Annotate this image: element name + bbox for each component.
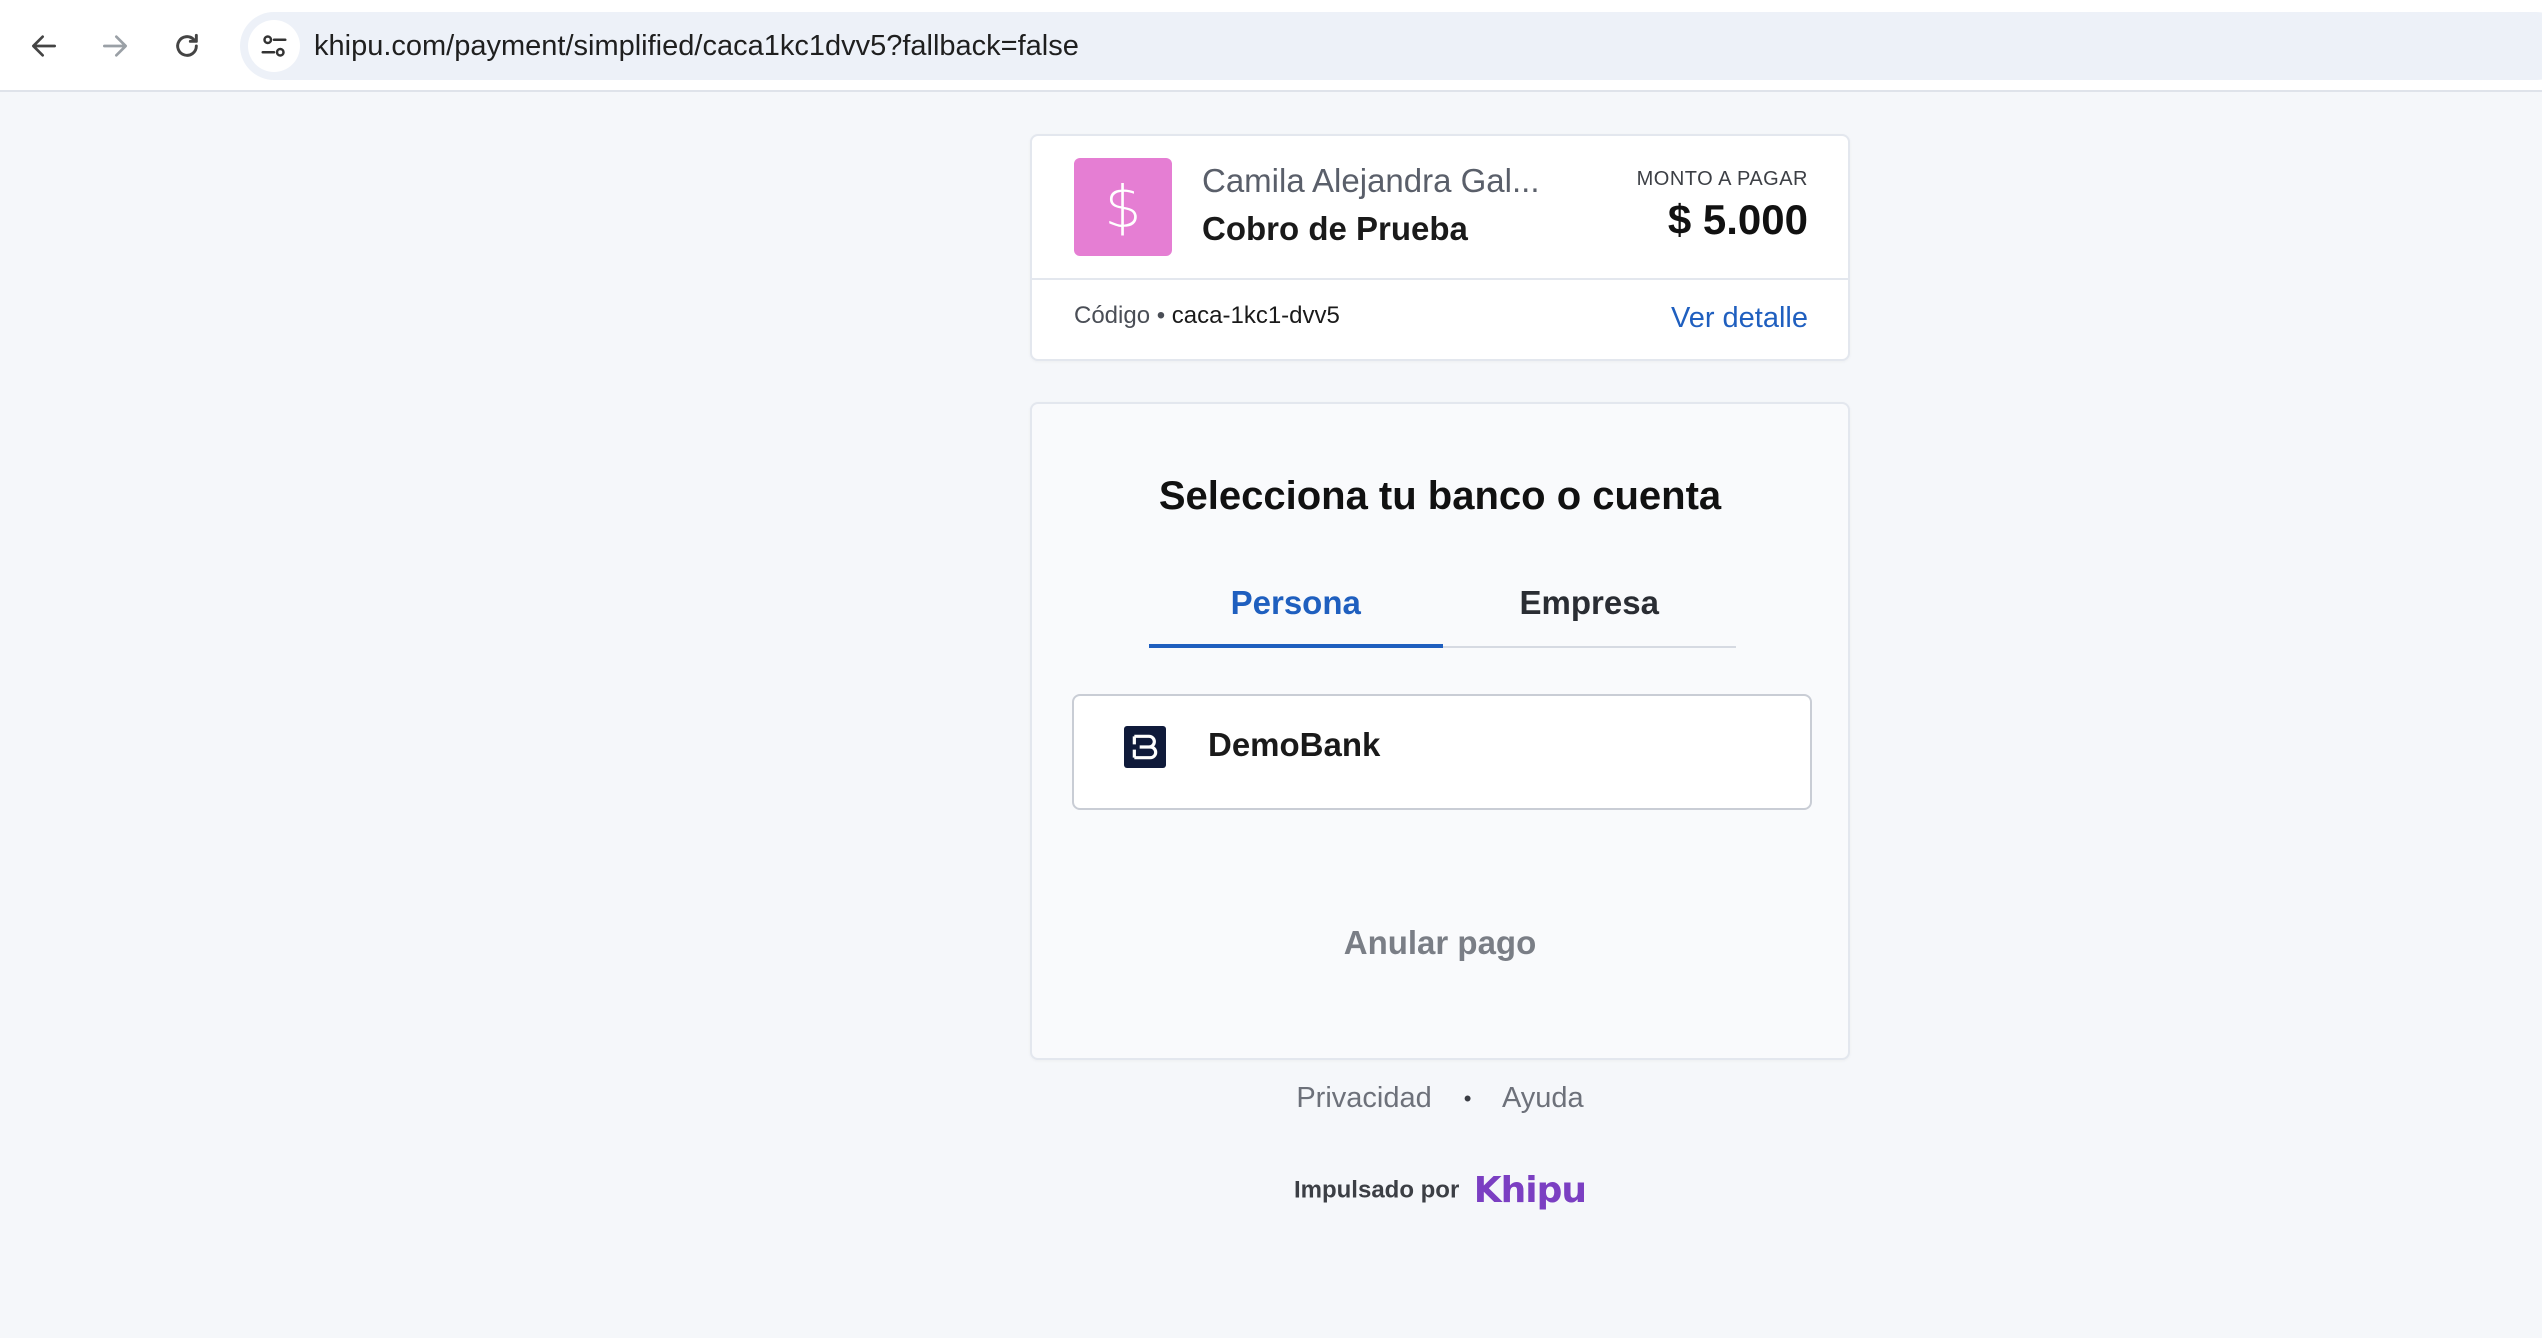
footer-separator: • [1463,1086,1472,1112]
bank-name: DemoBank [1208,726,1381,763]
footer-links: Privacidad • Ayuda [1030,1082,1850,1115]
view-detail-link[interactable]: Ver detalle [1671,302,1808,335]
bank-selection-card: Selecciona tu banco o cuenta Persona Emp… [1030,402,1850,1060]
dollar-icon: $ [1104,173,1142,241]
tab-persona[interactable]: Persona [1149,564,1443,648]
bank-option-demobank[interactable]: DemoBank [1072,694,1812,810]
merchant-logo: $ [1074,158,1172,256]
charge-subject: Cobro de Prueba [1202,210,1468,247]
back-button[interactable] [20,22,68,70]
card-divider [1032,278,1848,280]
reload-icon [176,33,198,57]
payment-summary-card: $ Camila Alejandra Gal... Cobro de Prueb… [1030,134,1850,361]
forward-button[interactable] [91,22,139,70]
amount-label: MONTO A PAGAR [1636,168,1808,190]
cancel-payment-button[interactable]: Anular pago [1032,924,1848,962]
tune-icon [261,35,287,57]
demobank-logo-icon [1124,726,1166,768]
browser-toolbar: khipu.com/payment/simplified/caca1kc1dvv… [0,0,2542,92]
payment-code: Código • caca-1kc1-dvv5 [1074,302,1340,330]
site-info-button[interactable] [248,20,300,72]
help-link[interactable]: Ayuda [1502,1082,1584,1114]
merchant-name: Camila Alejandra Gal... [1202,162,1540,199]
privacy-link[interactable]: Privacidad [1296,1082,1431,1114]
powered-by: Impulsado por Khipu [1030,1170,1850,1211]
code-label: Código • [1074,302,1166,329]
khipu-logo: Khipu [1473,1170,1587,1211]
reload-button[interactable] [163,22,211,70]
arrow-left-icon [32,35,56,57]
arrow-right-icon [103,35,127,57]
code-value: caca-1kc1-dvv5 [1171,302,1340,329]
account-type-tabs: Persona Empresa [1149,564,1736,648]
amount-value: $ 5.000 [1667,196,1808,243]
address-bar[interactable]: khipu.com/payment/simplified/caca1kc1dvv… [240,12,2542,80]
tab-empresa[interactable]: Empresa [1443,564,1737,646]
powered-by-label: Impulsado por [1293,1176,1460,1204]
url-text[interactable]: khipu.com/payment/simplified/caca1kc1dvv… [314,12,1079,80]
bank-selection-title: Selecciona tu banco o cuenta [1158,474,1722,518]
